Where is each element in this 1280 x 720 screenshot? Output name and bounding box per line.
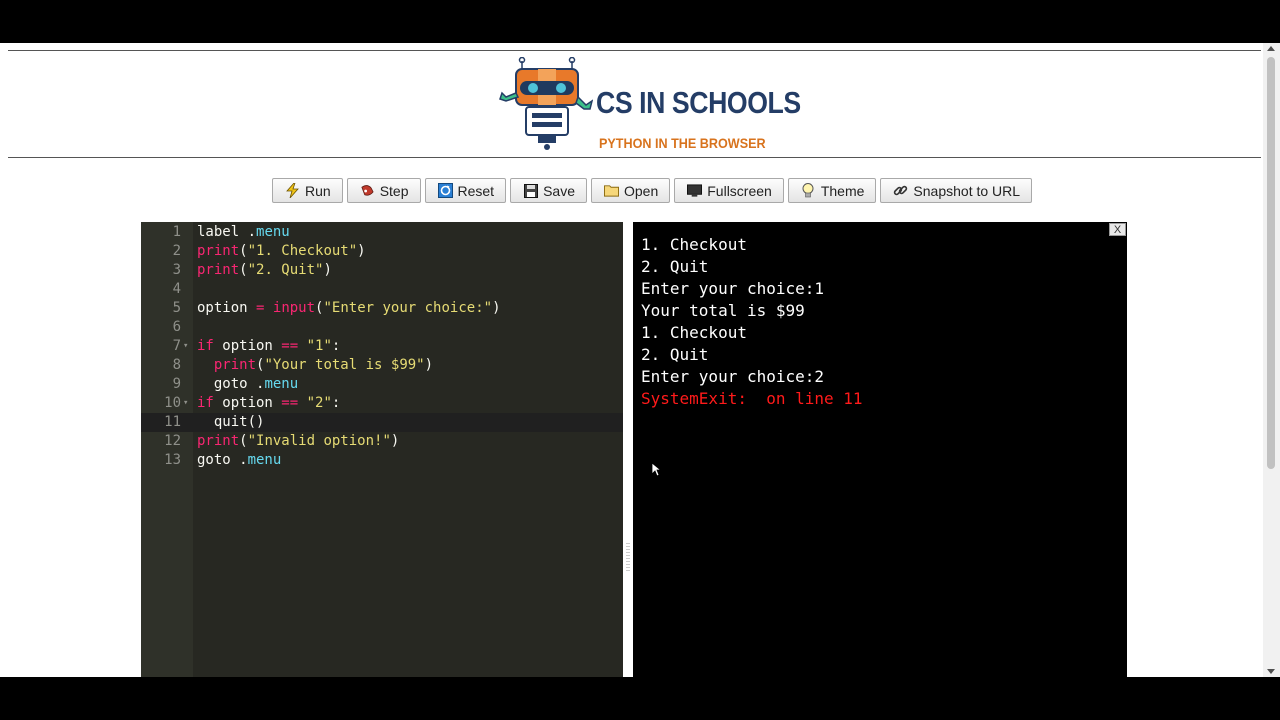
logo: CS IN SCHOOLS PYTHON IN THE BROWSER: [498, 57, 801, 153]
floppy-disk-icon: [523, 183, 538, 198]
console-output-line: 1. Checkout: [641, 235, 747, 254]
line-number: 3: [172, 262, 181, 278]
theme-button[interactable]: Theme: [787, 178, 877, 203]
console-output-line: 2. Quit: [641, 257, 709, 276]
code-line-7[interactable]: 7 ▾ if option == "1":: [141, 337, 623, 356]
line-number: 2: [172, 243, 181, 259]
logo-title: CS IN SCHOOLS: [596, 85, 801, 120]
close-console-button[interactable]: X: [1109, 223, 1126, 236]
code-line-10[interactable]: 10 ▾ if option == "2":: [141, 394, 623, 413]
console-output-line: 2. Quit: [641, 345, 709, 364]
code-line-11[interactable]: 11 quit(): [141, 413, 623, 432]
folder-icon: [604, 183, 619, 198]
line-number: 8: [172, 357, 181, 373]
step-label: Step: [379, 182, 409, 199]
line-number: 12: [164, 433, 181, 449]
console-output-line: Your total is $99: [641, 301, 805, 320]
line-number: 7: [172, 338, 181, 354]
fullscreen-button[interactable]: Fullscreen: [674, 178, 784, 203]
open-label: Open: [624, 182, 659, 199]
line-number: 13: [164, 452, 181, 468]
scrollbar-thumb[interactable]: [1267, 57, 1275, 469]
console-output-line: Enter your choice:2: [641, 367, 825, 386]
line-number: 9: [172, 376, 181, 392]
page-scrollbar[interactable]: [1263, 43, 1280, 677]
code-text: print("1. Checkout"): [197, 243, 366, 259]
reset-icon: [437, 183, 453, 198]
line-number: 5: [172, 300, 181, 316]
line-number: 1: [172, 224, 181, 240]
pane-splitter-handle[interactable]: [626, 543, 630, 573]
run-button[interactable]: Run: [272, 178, 343, 203]
code-line-9[interactable]: 9 goto .menu: [141, 375, 623, 394]
code-line-4[interactable]: 4: [141, 280, 623, 299]
theme-label: Theme: [820, 182, 865, 199]
step-button[interactable]: Step: [346, 178, 421, 203]
open-button[interactable]: Open: [591, 178, 671, 203]
code-text: print("Invalid option!"): [197, 433, 400, 449]
mouse-pointer-icon: [651, 462, 661, 477]
console-output-line: 1. Checkout: [641, 323, 747, 342]
code-text: if option == "1":: [197, 338, 341, 354]
monitor-icon: [687, 183, 703, 198]
fold-arrow-icon[interactable]: ▾: [183, 337, 188, 356]
save-button[interactable]: Save: [510, 178, 587, 203]
code-text: option = input("Enter your choice:"): [197, 300, 501, 316]
code-text: goto .menu: [213, 376, 299, 392]
step-icon: [360, 183, 375, 198]
code-text: quit(): [213, 414, 265, 430]
run-label: Run: [305, 182, 331, 199]
code-text: print("2. Quit"): [197, 262, 332, 278]
code-text: goto .menu: [197, 452, 282, 468]
code-line-8[interactable]: 8 print("Your total is $99"): [141, 356, 623, 375]
lightbulb-icon: [801, 183, 816, 198]
console-output-line: Enter your choice:1: [641, 279, 825, 298]
page: CS IN SCHOOLS PYTHON IN THE BROWSER Run …: [0, 43, 1280, 677]
save-label: Save: [543, 182, 575, 199]
reset-button[interactable]: Reset: [424, 178, 507, 203]
scroll-up-arrow-icon[interactable]: [1267, 46, 1275, 51]
lightning-icon: [285, 183, 300, 198]
code-line-3[interactable]: 3 print("2. Quit"): [141, 261, 623, 280]
code-text: print("Your total is $99"): [213, 357, 434, 373]
scroll-down-arrow-icon[interactable]: [1267, 669, 1275, 674]
robot-mascot-icon: [499, 57, 593, 150]
line-number: 10: [164, 395, 181, 411]
code-line-13[interactable]: 13 goto .menu: [141, 451, 623, 470]
snapshot-to-url-button[interactable]: Snapshot to URL: [880, 178, 1033, 203]
line-number: 4: [172, 281, 181, 297]
top-divider: [8, 50, 1261, 51]
code-line-1[interactable]: 1 label .menu: [141, 223, 623, 242]
fold-arrow-icon[interactable]: ▾: [183, 394, 188, 413]
code-line-12[interactable]: 12 print("Invalid option!"): [141, 432, 623, 451]
snapshot-to-url-label: Snapshot to URL: [913, 182, 1021, 199]
output-console: 1. Checkout 2. Quit Enter your choice:1 You…: [633, 222, 1127, 677]
code-text: if option == "2":: [197, 395, 341, 411]
fullscreen-label: Fullscreen: [707, 182, 772, 199]
line-number: 6: [172, 319, 181, 335]
header-divider: [8, 157, 1261, 158]
logo-subtitle: PYTHON IN THE BROWSER: [599, 135, 766, 151]
code-text: label .menu: [197, 224, 290, 240]
code-line-5[interactable]: 5 option = input("Enter your choice:"): [141, 299, 623, 318]
code-line-2[interactable]: 2 print("1. Checkout"): [141, 242, 623, 261]
reset-label: Reset: [457, 182, 495, 199]
code-editor[interactable]: 1 label .menu 2 print("1. Checkout") 3 print(…: [141, 222, 623, 677]
link-icon: [893, 183, 908, 198]
toolbar: Run Step Reset Save Open Fullscreen Them…: [272, 178, 1033, 203]
code-line-6[interactable]: 6: [141, 318, 623, 337]
line-number: 11: [164, 414, 181, 430]
console-error-line: SystemExit: on line 11: [641, 389, 863, 408]
